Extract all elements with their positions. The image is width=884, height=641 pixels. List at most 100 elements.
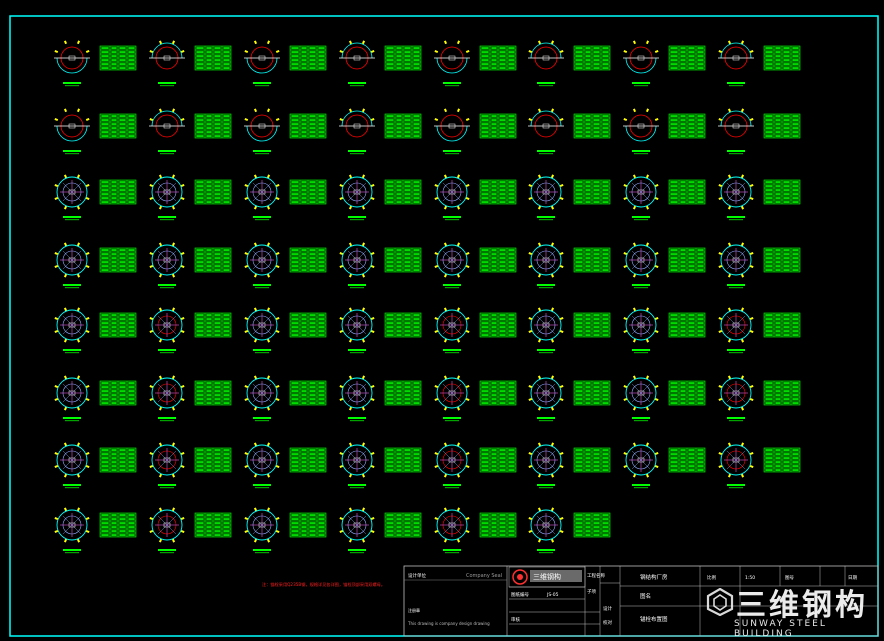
- detail-table: [99, 113, 137, 139]
- drawing-name: 锚栓布置图: [640, 615, 668, 623]
- detail-table: [289, 179, 327, 205]
- detail-label: [537, 284, 555, 286]
- detail-table: [194, 113, 232, 139]
- detail-table: [763, 247, 801, 273]
- detail-label: [443, 349, 461, 351]
- detail-label: [727, 216, 745, 218]
- detail-label: [537, 349, 555, 351]
- review-label: 审核: [511, 616, 520, 623]
- design-label: 设计: [603, 605, 612, 612]
- check-label: 校对: [603, 619, 612, 626]
- detail-label: [632, 216, 650, 218]
- detail-table: [384, 380, 422, 406]
- detail-table: [763, 312, 801, 338]
- detail-label: [158, 150, 176, 152]
- detail-label: [348, 417, 366, 419]
- detail-label: [63, 150, 81, 152]
- detail-label: [348, 150, 366, 152]
- detail-label: [727, 349, 745, 351]
- detail-table: [479, 45, 517, 71]
- detail-table: [384, 447, 422, 473]
- detail-table: [99, 512, 137, 538]
- detail-label: [632, 150, 650, 152]
- watermark-text-cn: 三维钢构: [736, 588, 868, 623]
- detail-table: [384, 312, 422, 338]
- detail-table: [573, 45, 611, 71]
- detail-table: [99, 447, 137, 473]
- detail-label: [158, 216, 176, 218]
- detail-label: [727, 484, 745, 486]
- detail-table: [194, 447, 232, 473]
- detail-label: [443, 150, 461, 152]
- detail-label: [348, 349, 366, 351]
- detail-label: [537, 216, 555, 218]
- detail-label: [253, 549, 271, 551]
- detail-label: [537, 549, 555, 551]
- detail-table: [289, 380, 327, 406]
- detail-table: [763, 447, 801, 473]
- detail-table: [99, 45, 137, 71]
- detail-label: [537, 150, 555, 152]
- detail-table: [573, 512, 611, 538]
- detail-label: [158, 284, 176, 286]
- detail-label: [63, 284, 81, 286]
- detail-table: [289, 113, 327, 139]
- detail-label: [348, 484, 366, 486]
- detail-table: [194, 512, 232, 538]
- detail-table: [194, 312, 232, 338]
- detail-table: [668, 312, 706, 338]
- drawing-title-label: 图名: [640, 592, 651, 600]
- detail-table: [668, 113, 706, 139]
- detail-label: [443, 216, 461, 218]
- detail-label: [443, 549, 461, 551]
- detail-table: [99, 312, 137, 338]
- detail-table: [763, 380, 801, 406]
- detail-label: [63, 216, 81, 218]
- detail-label: [537, 417, 555, 419]
- detail-table: [99, 179, 137, 205]
- detail-table: [479, 179, 517, 205]
- detail-table: [384, 179, 422, 205]
- detail-label: [537, 484, 555, 486]
- detail-label: [348, 216, 366, 218]
- detail-table: [289, 312, 327, 338]
- detail-label: [632, 349, 650, 351]
- detail-label: [443, 284, 461, 286]
- detail-label: [253, 284, 271, 286]
- watermark-mark-icon: [706, 588, 734, 616]
- detail-table: [668, 380, 706, 406]
- subitem-label: 子项: [587, 588, 596, 595]
- detail-table: [99, 247, 137, 273]
- detail-label: [253, 417, 271, 419]
- detail-table: [289, 45, 327, 71]
- detail-label: [158, 549, 176, 551]
- detail-table: [384, 247, 422, 273]
- detail-label: [63, 349, 81, 351]
- detail-table: [194, 179, 232, 205]
- detail-label: [348, 549, 366, 551]
- drawing-number-label: 图纸编号: [511, 591, 529, 598]
- detail-table: [668, 45, 706, 71]
- detail-label: [727, 150, 745, 152]
- detail-table: [99, 380, 137, 406]
- detail-table: [573, 380, 611, 406]
- detail-table: [668, 179, 706, 205]
- detail-label: [727, 417, 745, 419]
- detail-table: [479, 113, 517, 139]
- detail-label: [632, 82, 650, 84]
- detail-table: [763, 113, 801, 139]
- scale-label: 比例: [707, 574, 716, 581]
- detail-label: [158, 82, 176, 84]
- detail-label: [727, 82, 745, 84]
- detail-label: [727, 284, 745, 286]
- detail-label: [348, 284, 366, 286]
- detail-table: [289, 247, 327, 273]
- detail-label: [632, 417, 650, 419]
- detail-table: [194, 247, 232, 273]
- detail-table: [573, 447, 611, 473]
- detail-table: [479, 247, 517, 273]
- logo-company-name: 三维钢构: [533, 572, 561, 581]
- sheet-value: JS-05: [546, 592, 559, 598]
- detail-table: [479, 512, 517, 538]
- detail-label: [443, 417, 461, 419]
